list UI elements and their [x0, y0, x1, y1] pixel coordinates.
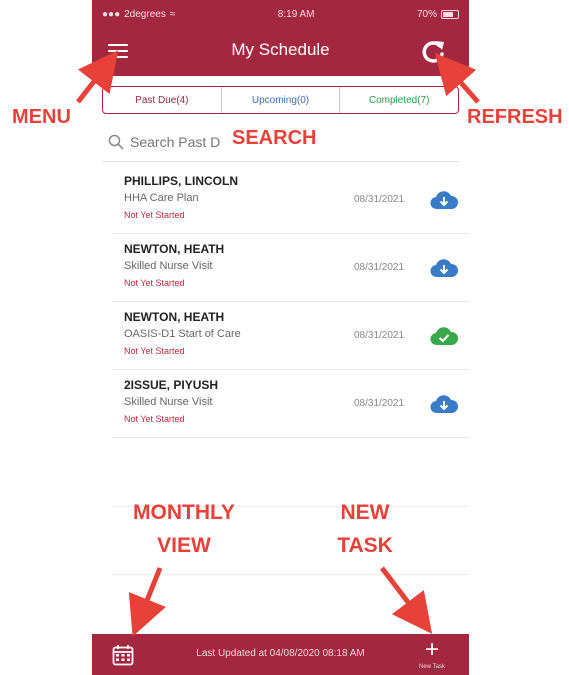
- task-status: Not Yet Started: [124, 414, 185, 424]
- list-item[interactable]: NEWTON, HEATH Skilled Nurse Visit Not Ye…: [112, 234, 469, 302]
- cloud-download-icon[interactable]: [430, 190, 458, 210]
- patient-name: NEWTON, HEATH: [124, 310, 225, 324]
- search-icon: [108, 134, 124, 150]
- annotation-monthly-line1: MONTHLY: [133, 501, 235, 524]
- task-date: 08/31/2021: [354, 262, 405, 273]
- tab-upcoming[interactable]: Upcoming(0): [222, 87, 341, 113]
- refresh-icon[interactable]: [418, 37, 448, 67]
- annotation-refresh: REFRESH: [467, 106, 563, 128]
- list-item[interactable]: NEWTON, HEATH OASIS-D1 Start of Care Not…: [112, 302, 469, 370]
- visit-type: HHA Care Plan: [124, 192, 199, 204]
- visit-type: Skilled Nurse Visit: [124, 396, 213, 408]
- annotation-monthly-view: MONTHLY VIEW: [118, 496, 250, 562]
- status-bar: ●●● 2degrees ≈ 8:19 AM 70%: [92, 0, 469, 28]
- tab-past-due[interactable]: Past Due(4): [103, 87, 222, 113]
- signal-icon: ●●●: [102, 8, 121, 20]
- patient-name: NEWTON, HEATH: [124, 242, 225, 256]
- annotation-search: SEARCH: [232, 127, 317, 149]
- new-task-button[interactable]: + New Task: [410, 638, 454, 674]
- annotation-newtask-line2: TASK: [337, 534, 393, 557]
- empty-row-divider: [112, 574, 469, 575]
- annotation-newtask-line1: NEW: [340, 501, 390, 524]
- cloud-download-icon[interactable]: [430, 394, 458, 414]
- patient-name: 2ISSUE, PIYUSH: [124, 378, 219, 392]
- new-task-label: New Task: [419, 664, 445, 670]
- battery-icon: [440, 9, 459, 19]
- cloud-download-icon[interactable]: [430, 258, 458, 278]
- status-time: 8:19 AM: [277, 8, 315, 20]
- schedule-tabs: Past Due(4) Upcoming(0) Completed(7): [102, 86, 459, 114]
- status-right: 70%: [417, 9, 459, 20]
- task-date: 08/31/2021: [354, 398, 405, 409]
- task-list: PHILLIPS, LINCOLN HHA Care Plan Not Yet …: [112, 166, 469, 438]
- nav-bar: My Schedule: [92, 28, 469, 76]
- task-status: Not Yet Started: [124, 278, 185, 288]
- tab-completed[interactable]: Completed(7): [340, 87, 458, 113]
- carrier-label: 2degrees: [124, 8, 166, 20]
- annotation-monthly-line2: VIEW: [157, 534, 211, 557]
- phone-screen: ●●● 2degrees ≈ 8:19 AM 70% My Schedule P…: [92, 0, 469, 675]
- list-item[interactable]: 2ISSUE, PIYUSH Skilled Nurse Visit Not Y…: [112, 370, 469, 438]
- page-title: My Schedule: [231, 40, 330, 59]
- bottom-bar: Last Updated at 04/08/2020 08:18 AM + Ne…: [92, 634, 469, 675]
- list-item[interactable]: PHILLIPS, LINCOLN HHA Care Plan Not Yet …: [112, 166, 469, 234]
- task-date: 08/31/2021: [354, 194, 405, 205]
- visit-type: OASIS-D1 Start of Care: [124, 328, 241, 340]
- status-left: ●●● 2degrees ≈: [102, 9, 175, 20]
- battery-percent: 70%: [416, 8, 437, 20]
- task-status: Not Yet Started: [124, 346, 185, 356]
- battery-fill: [442, 11, 453, 17]
- patient-name: PHILLIPS, LINCOLN: [124, 174, 238, 188]
- annotation-new-task: NEW TASK: [320, 496, 410, 562]
- plus-icon: +: [424, 636, 439, 663]
- task-status: Not Yet Started: [124, 210, 185, 220]
- annotation-menu: MENU: [12, 106, 71, 128]
- cloud-check-icon[interactable]: [430, 326, 458, 346]
- wifi-icon: ≈: [169, 8, 176, 20]
- task-date: 08/31/2021: [354, 330, 405, 341]
- visit-type: Skilled Nurse Visit: [124, 260, 213, 272]
